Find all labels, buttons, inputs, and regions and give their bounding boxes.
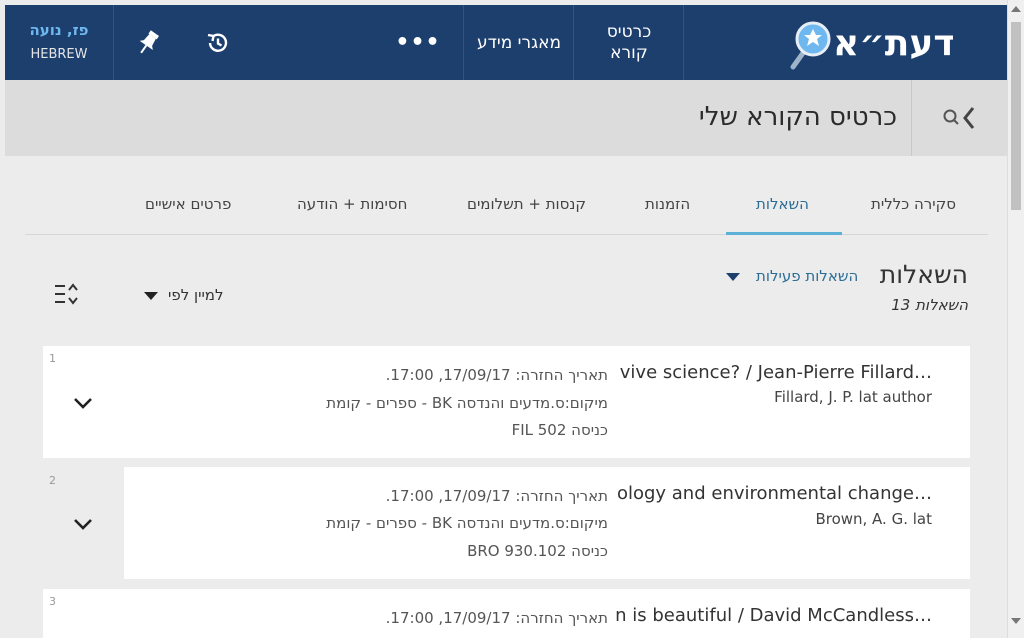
pin-icon <box>139 29 159 53</box>
loan-count: 13 השאלות <box>891 296 968 314</box>
loan-author: Brown, A. G. lat <box>815 510 932 528</box>
tab-blocks-messages[interactable]: חסימות + הודעה <box>297 195 407 213</box>
back-search-button[interactable] <box>911 80 1007 156</box>
loan-title[interactable]: vive science? / Jean-Pierre Fillard… <box>620 362 932 383</box>
chevron-down-icon <box>144 291 158 300</box>
section-title: השאלות <box>879 260 968 289</box>
tab-bar: סקירה כללית השאלות הזמנות קנסות + תשלומי… <box>25 175 988 235</box>
loan-location: מיקום:ס.מדעים והנדסה BK - ספרים - קומת <box>326 514 608 532</box>
history-button[interactable] <box>183 5 253 80</box>
pin-button[interactable] <box>113 5 183 80</box>
tab-loans[interactable]: השאלות <box>756 195 809 213</box>
page-title: כרטיס הקורא שלי <box>698 102 897 132</box>
scroll-down-arrow-icon[interactable] <box>1011 618 1021 624</box>
resources-button[interactable]: מאגרי מידע <box>464 5 574 80</box>
loan-item[interactable]: 3 n is beautiful / David McCandless… תאר… <box>43 589 970 638</box>
scroll-up-arrow-icon[interactable] <box>1011 6 1021 12</box>
loan-call-number: כניסה FIL 502 <box>511 421 608 439</box>
reader-card-label-line2: קורא <box>610 42 648 63</box>
loan-filter-dropdown[interactable]: השאלות פעילות <box>726 267 858 285</box>
logo-text: דעת״א <box>833 23 955 64</box>
tab-overview[interactable]: סקירה כללית <box>871 195 956 213</box>
search-back-icon <box>943 107 974 129</box>
loan-author: Fillard, J. P. lat author <box>774 388 932 406</box>
loan-call-number: כניסה BRO 930.102 <box>467 542 608 560</box>
expand-all-button[interactable] <box>53 281 81 311</box>
loan-due-date: תאריך החזרה: 17/09/17, 17:00. <box>385 609 608 627</box>
page-header: כרטיס הקורא שלי <box>5 80 1007 156</box>
chevron-down-icon[interactable] <box>73 396 93 410</box>
tab-personal-details[interactable]: פרטים אישיים <box>145 195 231 213</box>
history-icon <box>207 33 228 52</box>
chevron-down-icon[interactable] <box>73 517 93 531</box>
loan-location: מיקום:ס.מדעים והנדסה BK - ספרים - קומת <box>326 394 608 412</box>
divider <box>683 5 684 80</box>
reader-card-button[interactable]: כרטיס קורא <box>574 5 684 80</box>
loan-due-date: תאריך החזרה: 17/09/17, 17:00. <box>385 366 608 384</box>
page-scrollbar[interactable] <box>1007 0 1024 638</box>
sort-label: למיין לפי <box>168 286 224 304</box>
loan-title[interactable]: n is beautiful / David McCandless… <box>615 605 932 626</box>
more-menu-button[interactable]: ••• <box>373 5 463 80</box>
list-expand-icon <box>55 283 78 305</box>
tab-fines-payments[interactable]: קנסות + תשלומים <box>467 195 586 213</box>
loan-title[interactable]: ology and environmental change… <box>617 483 932 504</box>
loan-filter-label: השאלות פעילות <box>756 267 859 285</box>
tab-requests[interactable]: הזמנות <box>645 195 690 213</box>
loan-item[interactable]: 1 vive science? / Jean-Pierre Fillard… F… <box>43 346 970 458</box>
active-tab-indicator <box>726 232 842 235</box>
language-selector[interactable]: HEBREW <box>5 47 113 62</box>
loan-index: 1 <box>49 352 56 365</box>
top-bar: פז, נועה HEBREW ••• מאגרי מידע כרטיס קור… <box>5 5 1007 80</box>
scrollbar-thumb[interactable] <box>1011 22 1021 210</box>
magnifier-logo-icon: דעת״א <box>790 21 955 70</box>
loan-due-date: תאריך החזרה: 17/09/17, 17:00. <box>385 487 608 505</box>
loan-index: 2 <box>49 474 56 487</box>
chevron-down-icon <box>726 272 740 281</box>
user-name[interactable]: פז, נועה <box>5 21 113 39</box>
sort-dropdown[interactable]: למיין לפי <box>144 286 224 304</box>
user-menu[interactable]: פז, נועה HEBREW <box>5 5 113 80</box>
logo[interactable]: דעת״א <box>789 15 999 75</box>
loan-item[interactable]: ology and environmental change… Brown, A… <box>124 467 970 579</box>
loan-index: 3 <box>49 595 56 608</box>
reader-card-label-line1: כרטיס <box>606 21 652 42</box>
